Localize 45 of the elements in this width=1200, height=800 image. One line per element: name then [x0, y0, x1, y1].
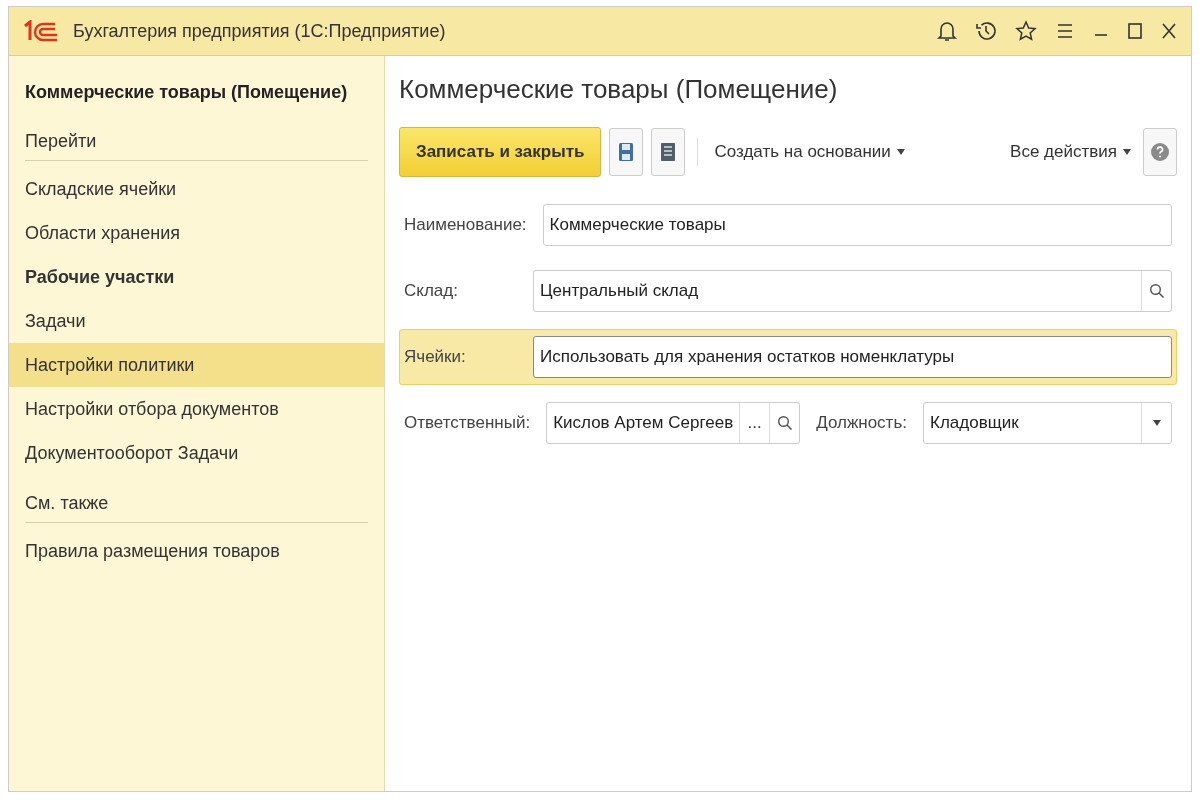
document-icon	[660, 142, 677, 162]
help-button[interactable]	[1143, 128, 1177, 176]
floppy-icon	[618, 142, 635, 162]
report-button[interactable]	[651, 128, 686, 176]
sidebar-title: Коммерческие товары (Помещение)	[24, 82, 349, 103]
window-title: Бухгалтерия предприятия (1С:Предприятие)	[73, 20, 447, 42]
all-actions-menu[interactable]: Все действия	[1006, 142, 1135, 162]
field-label: Должность:	[816, 413, 907, 433]
help-icon	[1150, 142, 1170, 162]
create-based-on-menu[interactable]: Создать на основании	[710, 142, 909, 162]
caret-icon	[1123, 149, 1131, 155]
sidebar-item[interactable]: Области хранения	[9, 211, 384, 255]
field-label: Наименование:	[404, 215, 527, 235]
sidebar-item[interactable]: Настройки политики	[9, 343, 384, 387]
sidebar-item[interactable]: Складские ячейки	[9, 167, 384, 211]
close-icon[interactable]	[1161, 22, 1177, 40]
field-label: Ответственный:	[404, 413, 531, 433]
app-logo-icon	[23, 20, 59, 42]
input-field[interactable]: Использовать для хранения остатков номенклатуры	[533, 336, 1172, 378]
section-heading: Перейти	[25, 131, 368, 161]
caret-icon	[896, 149, 905, 155]
input-field[interactable]: Центральный склад	[533, 270, 1172, 312]
search-icon	[1148, 283, 1165, 299]
section-heading: См. также	[25, 493, 368, 523]
menu-icon[interactable]	[1055, 21, 1075, 41]
bell-icon[interactable]	[937, 20, 957, 42]
caret-icon	[1152, 420, 1161, 426]
save-button[interactable]	[609, 128, 644, 176]
sidebar-item[interactable]: Рабочие участки	[9, 255, 384, 299]
save-close-button[interactable]: Записать и закрыть	[399, 127, 602, 177]
form-title: Коммерческие товары (Помещение)	[399, 74, 839, 105]
field-label: Склад:	[404, 281, 459, 301]
search-icon	[776, 415, 793, 431]
star-icon[interactable]	[1015, 20, 1037, 42]
sidebar-item[interactable]: Настройки отбора документов	[9, 387, 384, 431]
sidebar-item[interactable]: Правила размещения товаров	[9, 529, 384, 573]
input-field[interactable]: Кладовщик	[923, 402, 1172, 444]
sidebar-item[interactable]: Документооборот Задачи	[9, 431, 384, 475]
input-field[interactable]: Кислов Артем Сергеев ...	[546, 402, 801, 444]
input-field[interactable]: Коммерческие товары	[542, 204, 1172, 246]
history-icon[interactable]	[975, 20, 997, 42]
field-label: Ячейки:	[404, 347, 467, 367]
maximize-icon[interactable]	[1127, 22, 1143, 40]
choice-button[interactable]: ...	[739, 403, 770, 443]
sidebar-item[interactable]: Задачи	[9, 299, 384, 343]
